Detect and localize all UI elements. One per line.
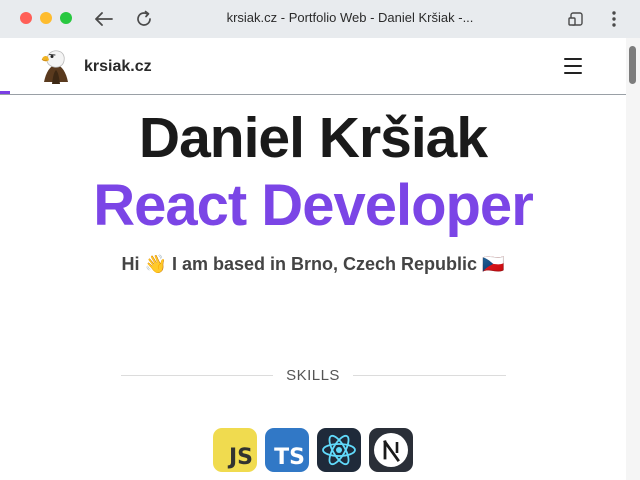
javascript-label: JS xyxy=(228,445,253,470)
javascript-icon: JS xyxy=(213,428,257,472)
reader-view-button[interactable] xyxy=(563,6,589,32)
reload-icon xyxy=(137,10,151,26)
react-icon xyxy=(317,428,361,472)
reload-button[interactable] xyxy=(131,6,157,32)
hero-tagline: Hi 👋 I am based in Brno, Czech Republic … xyxy=(121,254,505,274)
back-button[interactable] xyxy=(91,6,117,32)
site-name[interactable]: krsiak.cz xyxy=(84,58,152,76)
scroll-progress-bar xyxy=(0,91,10,94)
more-vertical-icon xyxy=(612,11,616,27)
skills-divider-left xyxy=(121,375,273,376)
eagle-logo-icon[interactable] xyxy=(38,48,74,84)
nextjs-logo-icon xyxy=(374,433,408,467)
nextjs-icon xyxy=(369,428,413,472)
reader-icon xyxy=(568,12,583,26)
close-window-button[interactable] xyxy=(20,12,32,24)
hamburger-menu-icon[interactable] xyxy=(564,58,582,74)
window-title: krsiak.cz - Portfolio Web - Daniel Kršia… xyxy=(226,10,474,25)
scrollbar-track[interactable] xyxy=(626,38,640,480)
skills-divider-right xyxy=(353,375,506,376)
arrow-left-icon xyxy=(95,12,113,26)
scrollbar-thumb[interactable] xyxy=(629,46,636,84)
typescript-icon: TS xyxy=(265,428,309,472)
hero-name: Daniel Kršiak xyxy=(138,106,488,170)
browser-titlebar: krsiak.cz - Portfolio Web - Daniel Kršia… xyxy=(0,0,640,38)
site-navbar: krsiak.cz xyxy=(0,38,626,95)
maximize-window-button[interactable] xyxy=(60,12,72,24)
more-menu-button[interactable] xyxy=(601,6,627,32)
hero-role: React Developer xyxy=(93,173,534,238)
minimize-window-button[interactable] xyxy=(40,12,52,24)
skills-heading: SKILLS xyxy=(286,367,340,384)
react-atom-icon xyxy=(322,434,356,466)
typescript-label: TS xyxy=(274,445,305,470)
